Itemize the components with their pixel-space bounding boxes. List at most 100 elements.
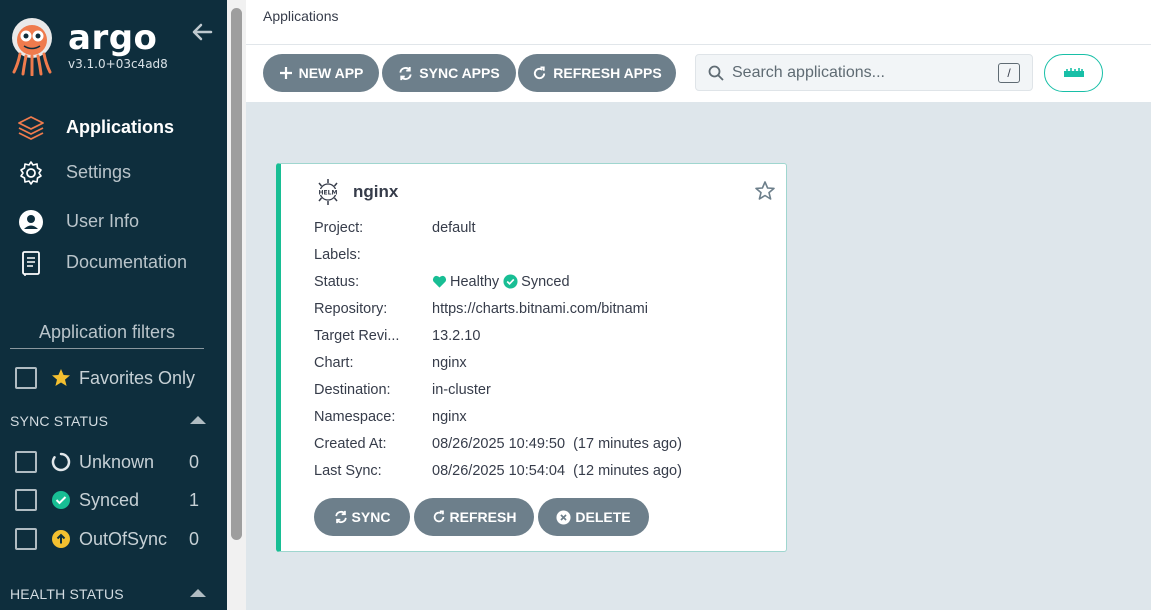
sidebar-item-applications[interactable]: Applications bbox=[0, 105, 227, 150]
sync-icon bbox=[398, 66, 413, 81]
sync-status-title: SYNC STATUS bbox=[10, 413, 109, 429]
sync-filter-count: 0 bbox=[188, 451, 199, 472]
detail-key: Last Sync: bbox=[314, 462, 382, 479]
plus-icon bbox=[279, 66, 293, 80]
app-details: Project: default Labels: Status: Healthy… bbox=[314, 214, 682, 484]
favorite-star-icon[interactable] bbox=[754, 180, 776, 202]
favorites-checkbox[interactable] bbox=[15, 367, 37, 389]
times-circle-icon bbox=[556, 509, 571, 525]
breadcrumb[interactable]: Applications bbox=[263, 8, 339, 24]
detail-key: Created At: bbox=[314, 435, 387, 452]
check-circle-icon bbox=[51, 490, 71, 510]
check-circle-icon bbox=[503, 274, 518, 289]
sidebar-item-label: Applications bbox=[66, 117, 175, 137]
delete-label: DELETE bbox=[575, 509, 631, 525]
detail-key: Project: bbox=[314, 219, 364, 236]
detail-value: in-cluster bbox=[432, 381, 491, 398]
sidebar-item-label: Settings bbox=[66, 162, 132, 182]
sync-button[interactable]: SYNC bbox=[314, 498, 410, 536]
view-toggle-button[interactable] bbox=[1044, 54, 1103, 92]
refresh-icon bbox=[432, 510, 446, 524]
sync-label: SYNC bbox=[351, 509, 391, 525]
detail-row-created-at: Created At: 08/26/2025 10:49:50 (17 minu… bbox=[314, 430, 682, 457]
book-icon bbox=[16, 248, 46, 278]
detail-row-target-revision: Target Revi... 13.2.10 bbox=[314, 322, 682, 349]
detail-value: nginx bbox=[432, 408, 467, 425]
new-app-button[interactable]: NEW APP bbox=[263, 54, 379, 92]
top-bar: Applications bbox=[246, 0, 1151, 45]
sync-filter-unknown[interactable]: Unknown 0 bbox=[15, 451, 205, 473]
sync-filter-synced[interactable]: Synced 1 bbox=[15, 489, 205, 511]
detail-row-repository: Repository: https://charts.bitnami.com/b… bbox=[314, 295, 682, 322]
detail-value: 08/26/2025 10:54:04 (12 minutes ago) bbox=[432, 462, 682, 479]
filters-title: Application filters bbox=[10, 322, 204, 349]
sync-filter-count: 0 bbox=[188, 528, 199, 549]
star-icon bbox=[51, 368, 71, 388]
detail-row-chart: Chart: nginx bbox=[314, 349, 682, 376]
search-icon bbox=[708, 65, 724, 81]
detail-key: Destination: bbox=[314, 381, 391, 398]
brand-name: argo bbox=[68, 18, 158, 58]
detail-value: 13.2.10 bbox=[432, 327, 481, 344]
sync-filter-label: Synced bbox=[79, 489, 140, 510]
health-status: Healthy bbox=[450, 273, 500, 290]
delete-button[interactable]: DELETE bbox=[538, 498, 649, 536]
sync-apps-label: SYNC APPS bbox=[419, 65, 500, 81]
detail-key: Status: bbox=[314, 273, 360, 290]
health-status-collapse-caret[interactable] bbox=[190, 589, 206, 597]
app-card[interactable]: HELM nginx Project: default Labels: Stat… bbox=[276, 163, 787, 552]
detail-value: nginx bbox=[432, 354, 467, 371]
detail-value: 08/26/2025 10:49:50 (17 minutes ago) bbox=[432, 435, 682, 452]
search-box[interactable]: / bbox=[695, 54, 1033, 91]
toolbar: NEW APP SYNC APPS REFRESH APPS / bbox=[246, 45, 1151, 102]
search-input[interactable] bbox=[732, 63, 992, 82]
circle-notch-icon bbox=[51, 452, 71, 472]
detail-key: Repository: bbox=[314, 300, 388, 317]
favorites-filter[interactable]: Favorites Only bbox=[15, 367, 205, 389]
detail-key: Namespace: bbox=[314, 408, 396, 425]
sync-filter-label: Unknown bbox=[79, 451, 155, 472]
sidebar-item-label: User Info bbox=[66, 211, 140, 231]
sync-filter-count: 1 bbox=[188, 489, 199, 510]
scrollbar-thumb[interactable] bbox=[231, 8, 242, 540]
arrow-up-circle-icon bbox=[51, 529, 71, 549]
synced-checkbox[interactable] bbox=[15, 489, 37, 511]
health-status-title: HEALTH STATUS bbox=[10, 586, 124, 602]
detail-row-project: Project: default bbox=[314, 214, 682, 241]
repository-link[interactable]: https://charts.bitnami.com/bitnami bbox=[432, 301, 648, 317]
sync-icon bbox=[334, 510, 348, 524]
detail-row-status: Status: Healthy Synced bbox=[314, 268, 682, 295]
sync-apps-button[interactable]: SYNC APPS bbox=[382, 54, 516, 92]
refresh-icon bbox=[532, 65, 547, 81]
search-shortcut-hint: / bbox=[998, 63, 1020, 83]
outofsync-checkbox[interactable] bbox=[15, 528, 37, 550]
sync-status-collapse-caret[interactable] bbox=[190, 416, 206, 424]
detail-row-labels: Labels: bbox=[314, 241, 682, 268]
refresh-button[interactable]: REFRESH bbox=[414, 498, 534, 536]
user-icon bbox=[16, 207, 46, 237]
detail-key: Target Revi... bbox=[314, 327, 400, 344]
sidebar: argo v3.1.0+03c4ad8 Applications Setting… bbox=[0, 0, 227, 610]
detail-row-destination: Destination: in-cluster bbox=[314, 376, 682, 403]
gear-icon bbox=[16, 158, 46, 188]
refresh-apps-button[interactable]: REFRESH APPS bbox=[518, 54, 676, 92]
sidebar-item-documentation[interactable]: Documentation bbox=[0, 240, 227, 285]
argo-logo-icon bbox=[12, 18, 52, 76]
new-app-label: NEW APP bbox=[298, 65, 364, 81]
sync-filter-outofsync[interactable]: OutOfSync 0 bbox=[15, 528, 205, 550]
collapse-sidebar-button[interactable] bbox=[190, 20, 216, 46]
heart-icon bbox=[432, 275, 447, 288]
refresh-apps-label: REFRESH APPS bbox=[553, 65, 662, 81]
svg-text:HELM: HELM bbox=[319, 189, 338, 196]
sidebar-item-user-info[interactable]: User Info bbox=[0, 199, 227, 244]
app-name[interactable]: nginx bbox=[353, 182, 398, 202]
sidebar-nav: Applications Settings User Info Document… bbox=[0, 105, 227, 285]
arrow-left-icon bbox=[192, 23, 213, 41]
sidebar-item-settings[interactable]: Settings bbox=[0, 150, 227, 195]
sync-status: Synced bbox=[521, 273, 570, 290]
unknown-checkbox[interactable] bbox=[15, 451, 37, 473]
tiles-view-icon bbox=[1063, 68, 1084, 77]
favorites-label: Favorites Only bbox=[79, 367, 196, 388]
detail-key: Chart: bbox=[314, 354, 354, 371]
sidebar-scrollbar[interactable] bbox=[227, 0, 246, 610]
